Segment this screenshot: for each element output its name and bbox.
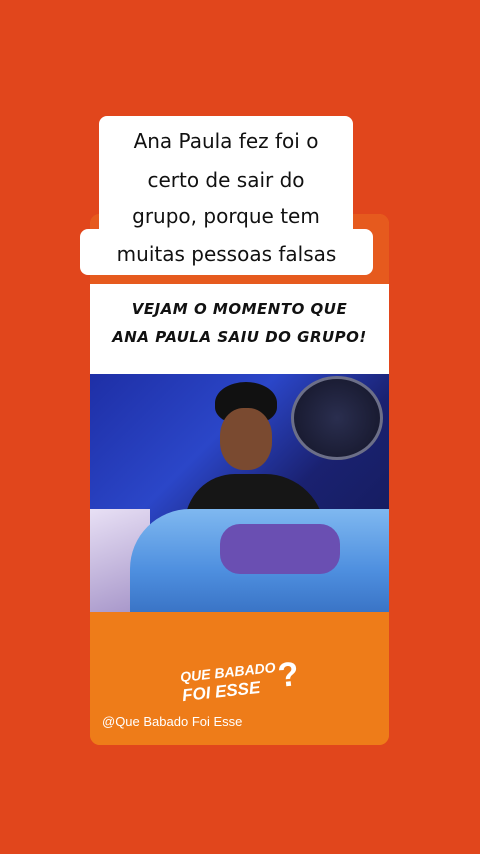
caption-line-4: muitas pessoas falsas — [80, 229, 373, 275]
page: { "caption": { "lines": [ "Ana Paula fez… — [0, 0, 480, 854]
headline-line-2: ANA PAULA SAIU DO GRUPO! — [112, 328, 367, 346]
video-frame — [90, 374, 389, 612]
caption-line-1: Ana Paula fez foi o — [99, 116, 353, 162]
headline-box: VEJAM O MOMENTO QUE ANA PAULA SAIU DO GR… — [90, 284, 389, 388]
person-head — [220, 408, 272, 470]
caption-line-2: certo de sair do — [99, 162, 353, 198]
headline-line-1: VEJAM O MOMENTO QUE — [131, 300, 348, 318]
post-card: VEJAM O MOMENTO QUE ANA PAULA SAIU DO GR… — [90, 214, 389, 745]
account-handle: @Que Babado Foi Esse — [102, 714, 243, 729]
clock-decoration — [291, 376, 383, 460]
purple-blanket — [220, 524, 340, 574]
logo-question-mark: ? — [276, 655, 301, 695]
card-footer: QUE BABADO FOI ESSE ? @Que Babado Foi Es… — [90, 612, 389, 745]
que-babado-logo: QUE BABADO FOI ESSE ? — [179, 655, 310, 706]
